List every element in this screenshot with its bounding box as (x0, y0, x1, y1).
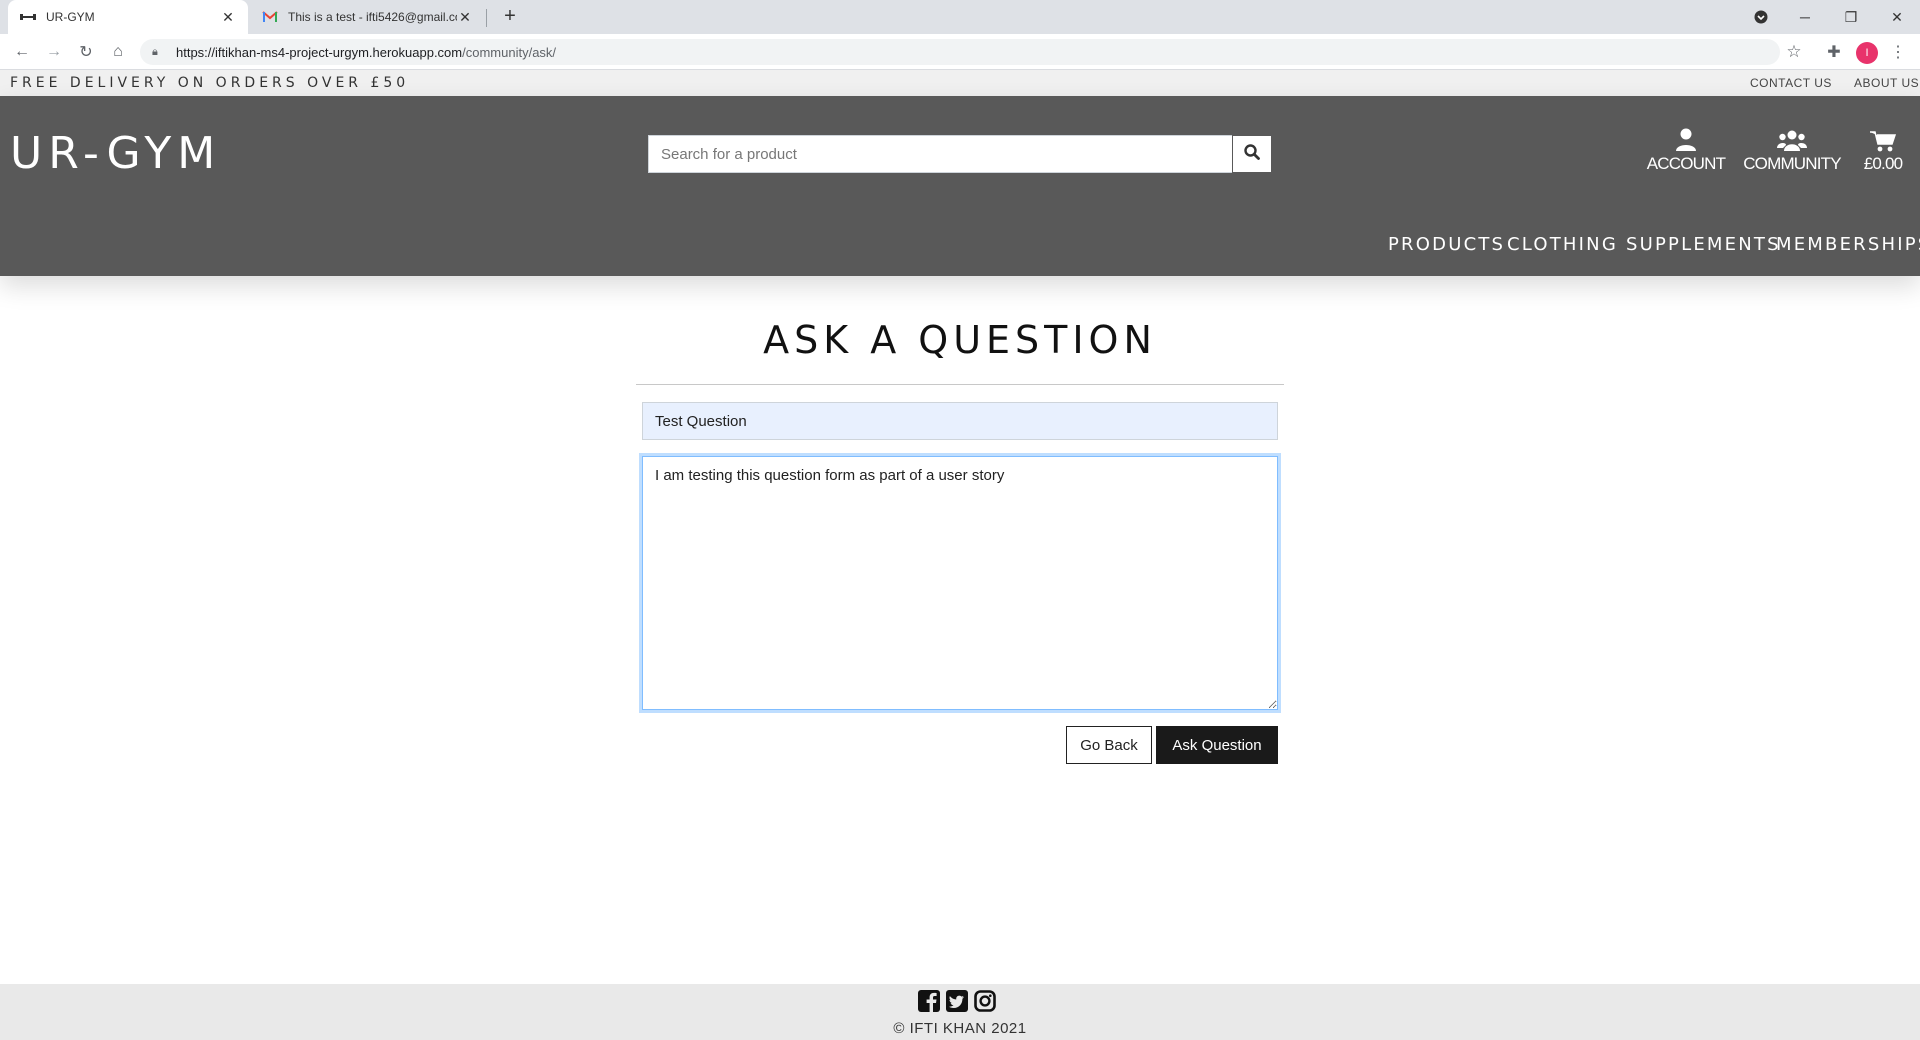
tab-search-icon[interactable] (1738, 0, 1784, 34)
reload-icon[interactable]: ↻ (74, 40, 98, 64)
go-back-button[interactable]: Go Back (1066, 726, 1152, 764)
facebook-icon[interactable] (918, 990, 940, 1017)
window-close-icon[interactable]: ✕ (1874, 0, 1920, 34)
gmail-icon (262, 9, 278, 25)
account-label: ACCOUNT (1646, 154, 1726, 173)
community-link[interactable]: COMMUNITY (1740, 126, 1844, 174)
tab-ur-gym[interactable]: UR-GYM ✕ (8, 0, 248, 34)
users-icon (1740, 126, 1844, 152)
home-icon[interactable]: ⌂ (106, 40, 130, 64)
tab-gmail[interactable]: This is a test - ifti5426@gmail.com ✕ (250, 0, 485, 34)
profile-avatar[interactable]: I (1856, 42, 1878, 64)
search-button[interactable] (1232, 135, 1272, 173)
browser-address-bar: ← → ↻ ⌂ 🔒︎ https://iftikhan-ms4-project-… (0, 34, 1920, 70)
copyright-text: © IFTI KHAN 2021 (893, 1020, 1027, 1037)
instagram-icon[interactable] (974, 990, 996, 1017)
restore-icon[interactable]: ❐ (1828, 0, 1874, 34)
ask-question-button[interactable]: Ask Question (1156, 726, 1278, 764)
about-us-link[interactable]: ABOUT US (1854, 76, 1919, 90)
site-logo[interactable]: UR-GYM (10, 128, 221, 179)
search-form (648, 135, 1272, 173)
title-divider (636, 384, 1284, 385)
close-tab-icon[interactable]: ✕ (457, 9, 473, 26)
forward-icon[interactable]: → (42, 40, 66, 64)
nav-memberships[interactable]: MEMBERSHIPS (1776, 234, 1920, 255)
user-icon (1644, 126, 1728, 152)
dumbbell-icon (20, 9, 36, 25)
back-icon[interactable]: ← (10, 40, 34, 64)
question-body-textarea[interactable]: I am testing this question form as part … (642, 456, 1278, 710)
browser-menu-icon[interactable]: ⋮ (1886, 40, 1910, 64)
extensions-icon[interactable]: ✚ (1822, 40, 1846, 64)
cart-total: £0.00 (1863, 154, 1903, 173)
contact-us-link[interactable]: CONTACT US (1750, 76, 1832, 90)
shopping-cart-icon (1852, 126, 1914, 152)
account-link[interactable]: ACCOUNT (1644, 126, 1728, 174)
site-footer: © IFTI KHAN 2021 (0, 984, 1920, 1040)
nav-supplements[interactable]: SUPPLEMENTS (1626, 234, 1781, 255)
page-title: ASK A QUESTION (763, 318, 1157, 362)
search-icon (1244, 143, 1260, 165)
community-label: COMMUNITY (1743, 154, 1841, 173)
url-field[interactable]: 🔒︎ https://iftikhan-ms4-project-urgym.he… (140, 39, 1780, 65)
nav-products[interactable]: PRODUCTS (1388, 234, 1505, 255)
minimize-icon[interactable]: ─ (1782, 0, 1828, 34)
social-links (918, 990, 996, 1017)
delivery-banner: FREE DELIVERY ON ORDERS OVER £50 (10, 75, 410, 91)
close-tab-icon[interactable]: ✕ (220, 9, 236, 26)
browser-tab-bar: UR-GYM ✕ This is a test - ifti5426@gmail… (0, 0, 1920, 34)
url-host: https://iftikhan-ms4-project-urgym.herok… (176, 44, 463, 60)
question-title-input[interactable] (642, 402, 1278, 440)
url-path: /community/ask/ (462, 44, 557, 60)
nav-clothing[interactable]: CLOTHING (1507, 234, 1618, 255)
promo-strip: FREE DELIVERY ON ORDERS OVER £50 CONTACT… (0, 70, 1920, 96)
new-tab-icon[interactable]: + (498, 5, 522, 29)
site-header: UR-GYM ACCOUNT COMMUNITY £0.00 PRODUCTS … (0, 96, 1920, 276)
tab-separator (486, 9, 487, 27)
lock-icon: 🔒︎ (152, 45, 158, 58)
search-input[interactable] (648, 135, 1232, 173)
bookmark-star-icon[interactable]: ☆ (1782, 40, 1806, 64)
tab-title: This is a test - ifti5426@gmail.com (288, 10, 457, 24)
tab-title: UR-GYM (46, 10, 95, 24)
cart-link[interactable]: £0.00 (1852, 126, 1914, 174)
twitter-icon[interactable] (946, 990, 968, 1017)
